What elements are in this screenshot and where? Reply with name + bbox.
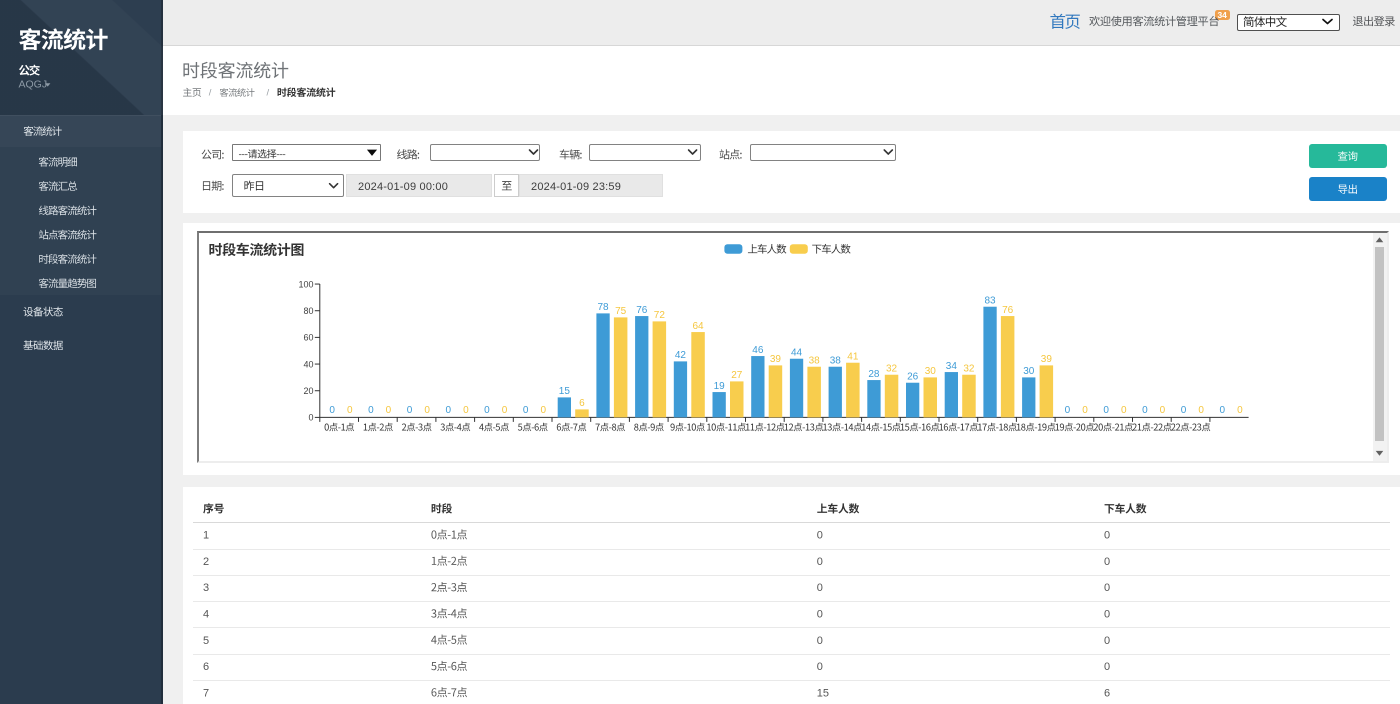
- svg-text:100: 100: [298, 279, 313, 289]
- svg-text:26: 26: [907, 372, 919, 383]
- svg-text:0: 0: [1121, 405, 1127, 416]
- svg-text:0: 0: [329, 405, 335, 416]
- svg-text:15: 15: [559, 386, 571, 397]
- svg-text:0: 0: [424, 405, 430, 416]
- svg-text:34: 34: [946, 361, 958, 372]
- svg-text:0: 0: [445, 405, 451, 416]
- svg-text:78: 78: [597, 302, 609, 313]
- svg-text:19: 19: [714, 381, 726, 392]
- svg-text:30: 30: [1023, 366, 1035, 377]
- svg-text:46: 46: [752, 345, 764, 356]
- svg-text:38: 38: [809, 356, 821, 367]
- svg-text:76: 76: [1002, 305, 1014, 316]
- svg-text:0: 0: [1104, 635, 1110, 647]
- svg-text:0: 0: [1065, 405, 1071, 416]
- svg-text:0: 0: [1198, 405, 1204, 416]
- svg-text:2: 2: [203, 556, 209, 568]
- svg-text:72: 72: [654, 310, 666, 321]
- svg-text:76: 76: [636, 305, 648, 316]
- svg-text:38: 38: [830, 356, 842, 367]
- svg-text:0: 0: [817, 582, 823, 594]
- svg-text:20: 20: [303, 386, 313, 396]
- svg-text:34: 34: [1217, 10, 1227, 20]
- svg-text:42: 42: [675, 350, 687, 361]
- svg-text:0: 0: [308, 413, 313, 423]
- svg-text:75: 75: [615, 306, 627, 317]
- svg-text:41: 41: [847, 352, 859, 363]
- svg-text:0: 0: [463, 405, 469, 416]
- svg-text:0: 0: [1219, 405, 1225, 416]
- svg-text:0: 0: [1103, 405, 1109, 416]
- svg-text:0: 0: [540, 405, 546, 416]
- svg-text:AQGJ: AQGJ: [19, 79, 48, 91]
- svg-text:39: 39: [1041, 354, 1053, 365]
- svg-text:0: 0: [1160, 405, 1166, 416]
- svg-text:0: 0: [817, 609, 823, 621]
- svg-text:0: 0: [1104, 582, 1110, 594]
- svg-text:83: 83: [984, 296, 996, 307]
- svg-text:28: 28: [868, 369, 880, 380]
- svg-text:0: 0: [386, 405, 392, 416]
- svg-text:0: 0: [817, 661, 823, 673]
- svg-text:44: 44: [791, 348, 803, 359]
- svg-text:7: 7: [203, 687, 209, 699]
- svg-text:0: 0: [817, 556, 823, 568]
- svg-text:0: 0: [523, 405, 529, 416]
- svg-text:2024-01-09 00:00: 2024-01-09 00:00: [358, 181, 448, 193]
- svg-text:32: 32: [886, 364, 898, 375]
- svg-text:60: 60: [303, 333, 313, 343]
- svg-text:6: 6: [579, 398, 585, 409]
- svg-text:5: 5: [203, 635, 209, 647]
- svg-text:6: 6: [1104, 687, 1110, 699]
- svg-text:39: 39: [770, 354, 782, 365]
- svg-text:32: 32: [963, 364, 975, 375]
- svg-text:2024-01-09 23:59: 2024-01-09 23:59: [531, 181, 621, 193]
- svg-text:3: 3: [203, 582, 209, 594]
- svg-text:1: 1: [203, 530, 209, 542]
- svg-text:0: 0: [1104, 530, 1110, 542]
- svg-text:40: 40: [303, 359, 313, 369]
- svg-text:0: 0: [484, 405, 490, 416]
- svg-text:15: 15: [817, 687, 829, 699]
- svg-text:6: 6: [203, 661, 209, 673]
- svg-text:0: 0: [1104, 661, 1110, 673]
- svg-text:0: 0: [502, 405, 508, 416]
- svg-text:0: 0: [817, 530, 823, 542]
- svg-text:0: 0: [407, 405, 413, 416]
- svg-text:27: 27: [731, 370, 743, 381]
- svg-text:0: 0: [1237, 405, 1243, 416]
- svg-text:0: 0: [1082, 405, 1088, 416]
- svg-text:/: /: [267, 88, 270, 99]
- svg-text:0: 0: [1181, 405, 1187, 416]
- svg-text:0: 0: [1142, 405, 1148, 416]
- svg-text:30: 30: [925, 366, 937, 377]
- svg-text:64: 64: [692, 321, 704, 332]
- svg-text:0: 0: [368, 405, 374, 416]
- svg-text:0: 0: [817, 635, 823, 647]
- svg-text:/: /: [209, 88, 212, 99]
- svg-text:80: 80: [303, 306, 313, 316]
- svg-text:0: 0: [347, 405, 353, 416]
- svg-text:0: 0: [1104, 609, 1110, 621]
- svg-text:4: 4: [203, 609, 209, 621]
- svg-text:0: 0: [1104, 556, 1110, 568]
